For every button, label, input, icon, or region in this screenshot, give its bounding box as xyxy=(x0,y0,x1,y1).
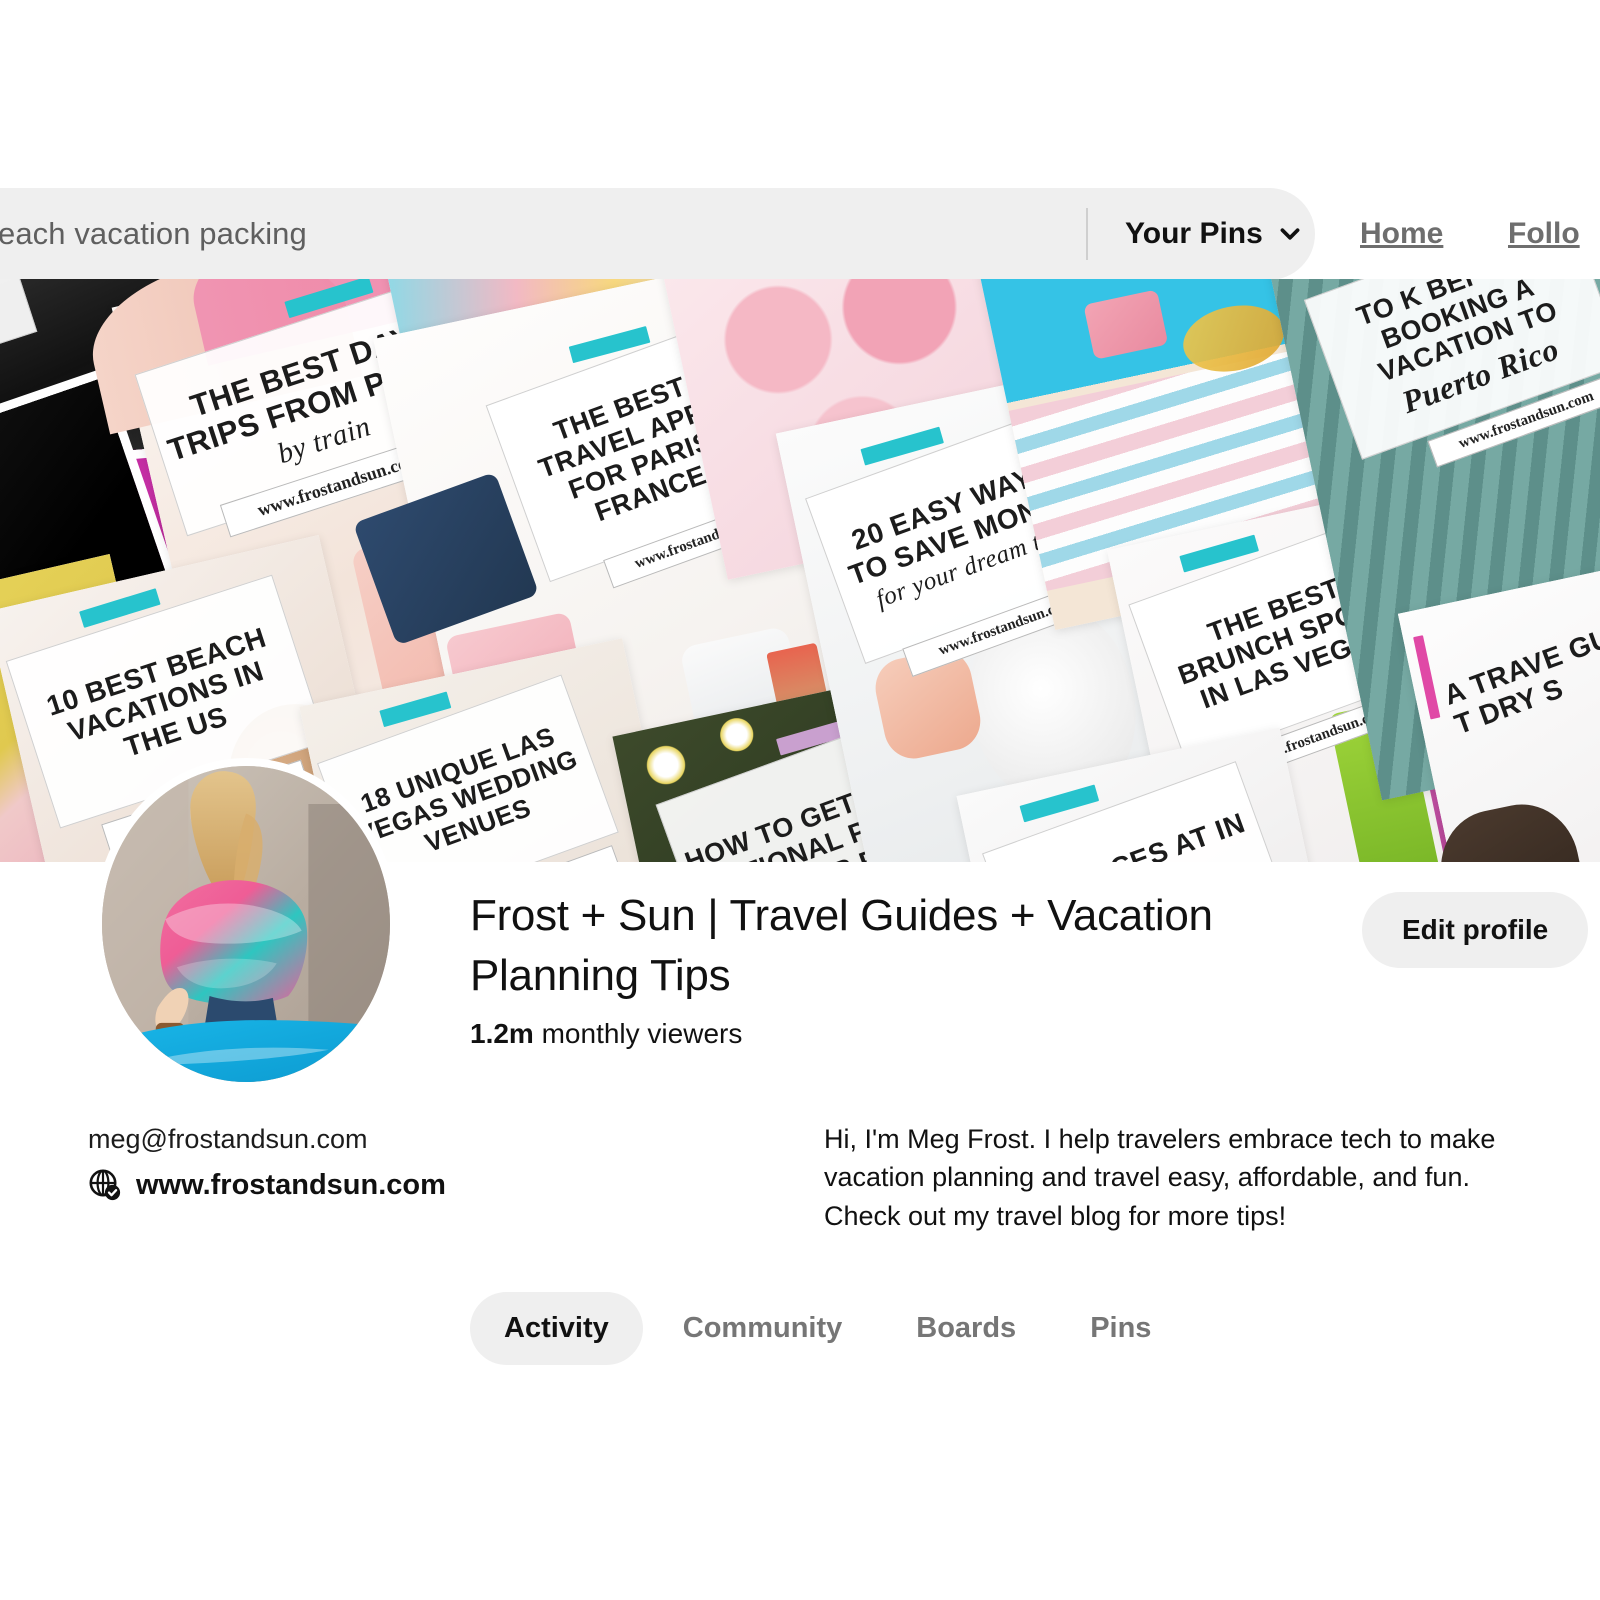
nav-link-home[interactable]: Home xyxy=(1360,217,1443,251)
profile-bio: Hi, I'm Meg Frost. I help travelers embr… xyxy=(824,1124,1496,1231)
edit-profile-button[interactable]: Edit profile xyxy=(1362,892,1589,968)
chevron-down-icon xyxy=(1277,221,1303,247)
page-title: Frost + Sun | Travel Guides + Vacation P… xyxy=(470,891,1213,1000)
tab-pins[interactable]: Pins xyxy=(1056,1292,1185,1365)
website-link[interactable]: www.frostandsun.com xyxy=(88,1168,446,1202)
your-pins-dropdown[interactable]: Your Pins xyxy=(1125,217,1303,251)
verified-globe-icon xyxy=(88,1168,122,1202)
monthly-viewers: 1.2m monthly viewers xyxy=(470,1018,742,1050)
nav-link-following[interactable]: Follo xyxy=(1508,217,1580,251)
contact-email[interactable]: meg@frostandsun.com xyxy=(88,1124,368,1155)
avatar[interactable] xyxy=(94,758,398,1090)
website-label: www.frostandsun.com xyxy=(136,1168,446,1201)
your-pins-label: Your Pins xyxy=(1125,217,1263,250)
search-input[interactable]: each vacation packing xyxy=(0,216,307,252)
viewers-label: monthly viewers xyxy=(533,1018,743,1049)
search-divider xyxy=(1086,208,1088,260)
pinterest-profile-page: each vacation packing Your Pins Home Fol… xyxy=(0,0,1600,1600)
profile-tabs: Activity Community Boards Pins xyxy=(470,1292,1185,1365)
avatar-photo xyxy=(102,766,390,1082)
search-bar[interactable]: each vacation packing Your Pins xyxy=(0,188,1315,280)
tab-boards[interactable]: Boards xyxy=(882,1292,1050,1365)
viewers-count: 1.2m xyxy=(470,1018,534,1049)
tab-community[interactable]: Community xyxy=(649,1292,877,1365)
top-navigation-bar: each vacation packing Your Pins Home Fol… xyxy=(0,188,1600,280)
tab-activity[interactable]: Activity xyxy=(470,1292,643,1365)
